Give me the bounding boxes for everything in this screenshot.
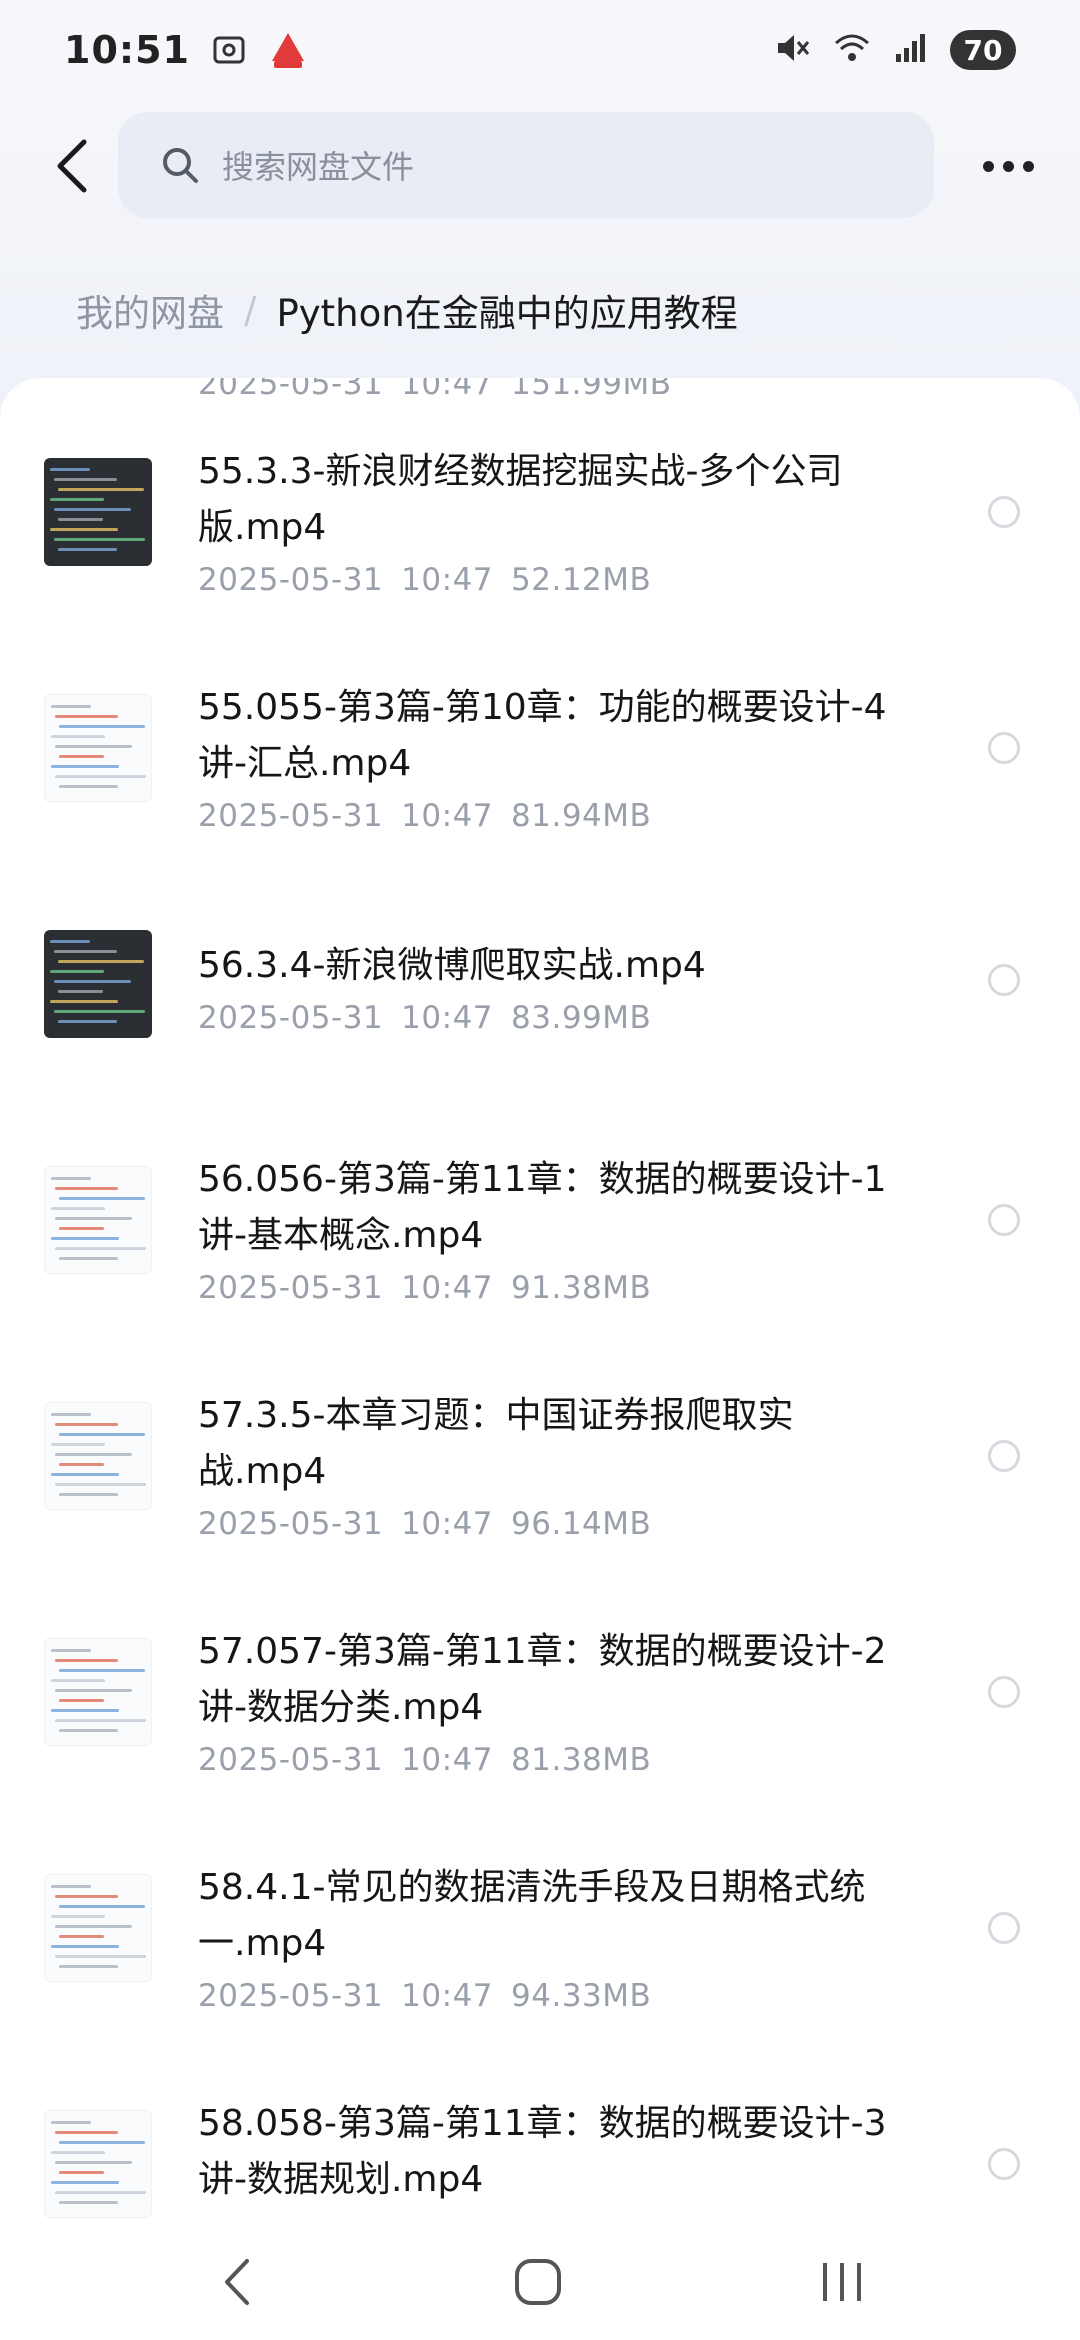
signal-icon — [894, 32, 928, 68]
file-date: 2025-05-31 — [198, 1742, 384, 1778]
list-item[interactable]: 55.055-第3篇-第10章：功能的概要设计-4讲-汇总.mp4 2025-05… — [0, 610, 1080, 846]
file-info: 55.3.3-新浪财经数据挖掘实战-多个公司版.mp4 2025-05-31 10:… — [198, 444, 918, 598]
select-radio[interactable] — [988, 1440, 1020, 1472]
file-time: 10:47 — [401, 1742, 494, 1778]
file-list-panel[interactable]: 2025-05-31 10:47 151.99MB 55.3.3-新浪财经数据挖掘实战… — [0, 378, 1080, 2228]
file-size: 96.14MB — [511, 1506, 652, 1542]
select-radio[interactable] — [988, 496, 1020, 528]
file-size: 91.38MB — [511, 1270, 652, 1306]
file-info: 55.055-第3篇-第10章：功能的概要设计-4讲-汇总.mp4 2025-05… — [198, 680, 918, 834]
system-back-button[interactable] — [196, 2250, 276, 2314]
file-name: 57.3.5-本章习题：中国证券报爬取实战.mp4 — [198, 1395, 794, 1492]
file-info: 57.3.5-本章习题：中国证券报爬取实战.mp4 2025-05-31 10:47… — [198, 1388, 918, 1542]
select-radio[interactable] — [988, 964, 1020, 996]
video-thumbnail — [44, 694, 152, 802]
file-time: 10:47 — [401, 1506, 494, 1542]
video-thumbnail — [44, 2110, 152, 2218]
file-meta: 2025-05-31 10:47 94.33MB — [198, 1978, 918, 2014]
list-item[interactable]: 56.056-第3篇-第11章：数据的概要设计-1讲-基本概念.mp4 2025-… — [0, 1082, 1080, 1318]
status-bar: 10:51 70 — [0, 0, 1080, 100]
file-name: 56.3.4-新浪微博爬取实战.mp4 — [198, 945, 706, 986]
list-item[interactable]: 57.3.5-本章习题：中国证券报爬取实战.mp4 2025-05-31 10:47… — [0, 1318, 1080, 1554]
dot-icon — [1002, 160, 1014, 172]
select-radio[interactable] — [988, 1204, 1020, 1236]
battery-indicator: 70 — [950, 30, 1016, 70]
file-time: 10:47 — [401, 1000, 494, 1036]
wifi-icon — [832, 31, 872, 69]
list-item[interactable]: 55.3.3-新浪财经数据挖掘实战-多个公司版.mp4 2025-05-31 10:… — [0, 378, 1080, 610]
screenshot-icon — [212, 33, 246, 67]
file-meta: 2025-05-31 10:47 81.94MB — [198, 798, 918, 834]
file-size: 52.12MB — [511, 562, 652, 598]
app-notification-icon — [268, 31, 308, 69]
file-name: 57.057-第3篇-第11章：数据的概要设计-2讲-数据分类.mp4 — [198, 1631, 887, 1728]
mute-icon — [774, 31, 810, 69]
file-size: 81.38MB — [511, 1742, 652, 1778]
breadcrumb-separator: / — [244, 288, 257, 332]
file-time: 10:47 — [401, 1978, 494, 2014]
video-thumbnail — [44, 1874, 152, 1982]
video-thumbnail — [44, 458, 152, 566]
file-time: 10:47 — [401, 1270, 494, 1306]
home-icon — [515, 2259, 561, 2305]
file-info: 58.4.1-常见的数据清洗手段及日期格式统一.mp4 2025-05-31 10:… — [198, 1860, 918, 2014]
breadcrumb: 我的网盘 / Python在金融中的应用教程 — [76, 282, 738, 338]
back-button[interactable] — [40, 134, 104, 198]
file-name: 58.4.1-常见的数据清洗手段及日期格式统一.mp4 — [198, 1867, 866, 1964]
video-thumbnail — [44, 930, 152, 1038]
file-name: 55.3.3-新浪财经数据挖掘实战-多个公司版.mp4 — [198, 451, 843, 548]
search-placeholder: 搜索网盘文件 — [222, 148, 415, 186]
video-thumbnail — [44, 1402, 152, 1510]
file-size: 81.94MB — [511, 798, 652, 834]
file-info: 56.056-第3篇-第11章：数据的概要设计-1讲-基本概念.mp4 2025-… — [198, 1152, 918, 1306]
system-navigation-bar — [0, 2228, 1080, 2340]
file-date: 2025-05-31 — [198, 1000, 384, 1036]
video-thumbnail — [44, 1638, 152, 1746]
home-button[interactable] — [498, 2250, 578, 2314]
file-info: 58.058-第3篇-第11章：数据的概要设计-3讲-数据规划.mp4 — [198, 2096, 918, 2208]
top-header: 搜索网盘文件 — [0, 110, 1080, 220]
file-size: 83.99MB — [511, 1000, 652, 1036]
file-info: 56.3.4-新浪微博爬取实战.mp4 2025-05-31 10:47 83.99M… — [198, 938, 918, 1036]
more-options-button[interactable] — [972, 138, 1044, 194]
file-date: 2025-05-31 — [198, 798, 384, 834]
status-time: 10:51 — [64, 28, 190, 72]
file-date: 2025-05-31 — [198, 562, 384, 598]
select-radio[interactable] — [988, 1676, 1020, 1708]
file-meta: 2025-05-31 10:47 96.14MB — [198, 1506, 918, 1542]
breadcrumb-root[interactable]: 我的网盘 — [76, 283, 224, 337]
file-meta: 2025-05-31 10:47 52.12MB — [198, 562, 918, 598]
file-info: 57.057-第3篇-第11章：数据的概要设计-2讲-数据分类.mp4 2025-… — [198, 1624, 918, 1778]
select-radio[interactable] — [988, 732, 1020, 764]
recents-button[interactable] — [802, 2250, 882, 2314]
file-meta: 2025-05-31 10:47 81.38MB — [198, 1742, 918, 1778]
dot-icon — [1022, 160, 1034, 172]
file-date: 2025-05-31 — [198, 1506, 384, 1542]
file-time: 10:47 — [401, 562, 494, 598]
file-name: 56.056-第3篇-第11章：数据的概要设计-1讲-基本概念.mp4 — [198, 1159, 887, 1256]
search-input[interactable]: 搜索网盘文件 — [118, 112, 934, 218]
video-thumbnail — [44, 1166, 152, 1274]
list-item[interactable]: 58.058-第3篇-第11章：数据的概要设计-3讲-数据规划.mp4 — [0, 2026, 1080, 2228]
file-size: 94.33MB — [511, 1978, 652, 2014]
list-item[interactable]: 56.3.4-新浪微博爬取实战.mp4 2025-05-31 10:47 83.99M… — [0, 846, 1080, 1082]
file-name: 58.058-第3篇-第11章：数据的概要设计-3讲-数据规划.mp4 — [198, 2103, 887, 2200]
breadcrumb-current: Python在金融中的应用教程 — [276, 292, 738, 335]
list-item[interactable]: 58.4.1-常见的数据清洗手段及日期格式统一.mp4 2025-05-31 10:… — [0, 1790, 1080, 2026]
file-meta: 2025-05-31 10:47 91.38MB — [198, 1270, 918, 1306]
dot-icon — [982, 160, 994, 172]
file-date: 2025-05-31 — [198, 1270, 384, 1306]
back-arrow-icon — [225, 2259, 249, 2305]
chevron-left-icon — [57, 139, 87, 193]
select-radio[interactable] — [988, 2148, 1020, 2180]
file-time: 10:47 — [401, 798, 494, 834]
file-meta: 2025-05-31 10:47 83.99MB — [198, 1000, 918, 1036]
select-radio[interactable] — [988, 1912, 1020, 1944]
file-date: 2025-05-31 — [198, 1978, 384, 2014]
file-name: 55.055-第3篇-第10章：功能的概要设计-4讲-汇总.mp4 — [198, 687, 887, 784]
list-item[interactable]: 57.057-第3篇-第11章：数据的概要设计-2讲-数据分类.mp4 2025-… — [0, 1554, 1080, 1790]
file-list: 2025-05-31 10:47 151.99MB 55.3.3-新浪财经数据挖掘实战… — [0, 378, 1080, 2228]
search-icon — [163, 148, 198, 183]
recents-icon — [823, 2263, 861, 2301]
